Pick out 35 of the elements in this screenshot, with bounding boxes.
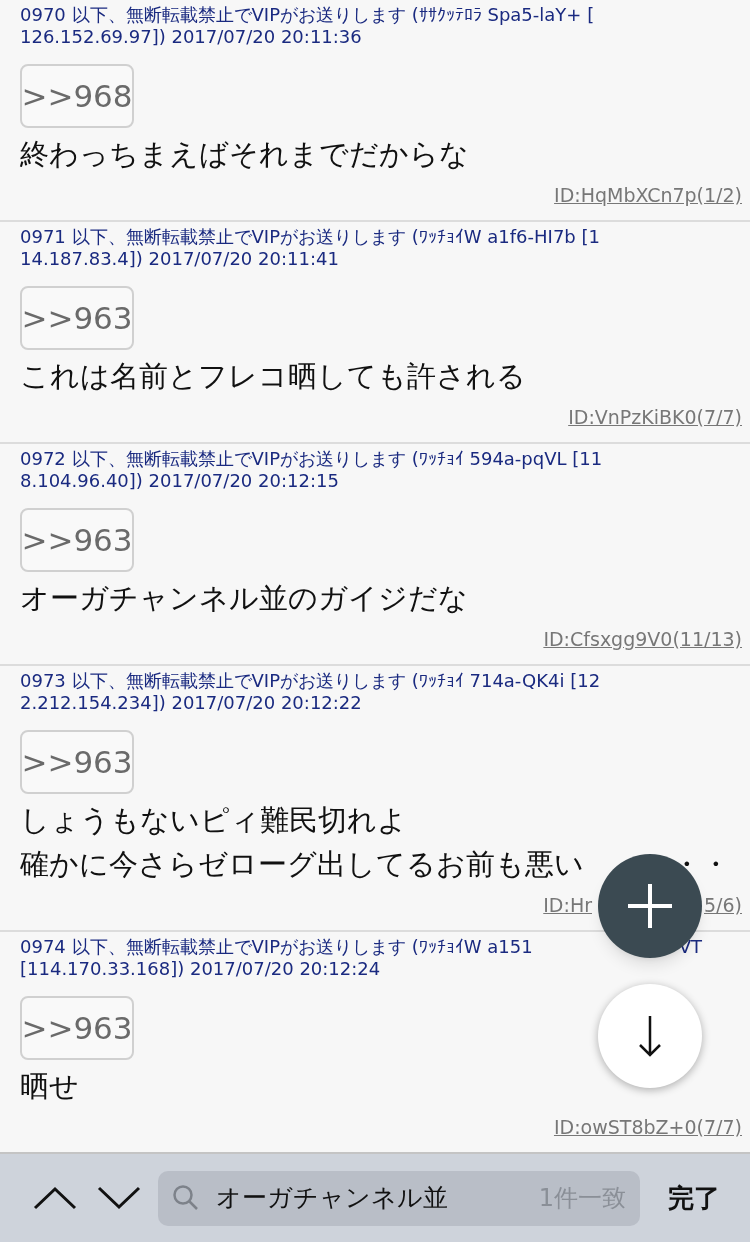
post-text: オーガチャンネル並のガイジだな	[20, 580, 468, 617]
reply-anchor-link[interactable]: >>963	[20, 996, 134, 1060]
post-text: 晒せ	[20, 1068, 79, 1105]
user-id-link[interactable]: 5/6)	[704, 892, 742, 918]
post-header: 0972 以下、無断転載禁止でVIPがお送りします (ﾜｯﾁｮｲ 594a-pqVL [11	[20, 448, 603, 470]
post-header: 0971 以下、無断転載禁止でVIPがお送りします (ﾜｯﾁｮｲW a1f6-HI7b [1	[20, 226, 600, 248]
post-header: 126.152.69.97]) 2017/07/20 20:11:36	[20, 26, 362, 48]
chevron-down-icon	[97, 1186, 141, 1210]
user-id-link[interactable]: ID:HqMbXCn7p(1/2)	[554, 182, 742, 208]
post-text: 確かに今さらゼローグ出してるお前も悪い	[20, 846, 584, 883]
post-text: しょうもないピィ難民切れよ	[20, 802, 407, 839]
post-text: 終わっちまえばそれまでだからな	[20, 136, 469, 173]
user-id-link[interactable]: ID:Hr	[543, 892, 592, 918]
post-header: 8.104.96.40]) 2017/07/20 20:12:15	[20, 470, 339, 492]
post-header: 14.187.83.4]) 2017/07/20 20:11:41	[20, 248, 339, 270]
reply-anchor-link[interactable]: >>968	[20, 64, 134, 128]
post-header: 2.212.154.234]) 2017/07/20 20:12:22	[20, 692, 362, 714]
search-icon	[172, 1184, 200, 1212]
chevron-up-icon	[33, 1186, 77, 1210]
down-arrow-icon	[638, 1014, 662, 1058]
post-text: ・・	[672, 846, 730, 883]
reply-anchor-link[interactable]: >>963	[20, 508, 134, 572]
search-query: オーガチャンネル並	[216, 1182, 448, 1215]
user-id-link[interactable]: ID:Cfsxgg9V0(11/13)	[543, 626, 742, 652]
post-header: 0973 以下、無断転載禁止でVIPがお送りします (ﾜｯﾁｮｲ 714a-QK4i [12	[20, 670, 601, 692]
done-button[interactable]: 完了	[668, 1178, 720, 1218]
post-header: [114.170.33.168]) 2017/07/20 20:12:24	[20, 958, 381, 980]
user-id-link[interactable]: ID:owST8bZ+0(7/7)	[553, 1114, 742, 1140]
reply-anchor-link[interactable]: >>963	[20, 286, 134, 350]
post-text: これは名前とフレコ晒しても許される	[20, 358, 526, 395]
user-id-link[interactable]: ID:VnPzKiBK0(7/7)	[568, 404, 742, 430]
post-header: 0974 以下、無断転載禁止でVIPがお送りします (ﾜｯﾁｮｲW a151	[20, 936, 533, 958]
reply-anchor-link[interactable]: >>963	[20, 730, 134, 794]
plus-icon	[626, 882, 674, 930]
post-header: 0970 以下、無断転載禁止でVIPがお送りします (ｻｻｸｯﾃﾛﾗ Spa5-laY+ [	[20, 4, 595, 26]
